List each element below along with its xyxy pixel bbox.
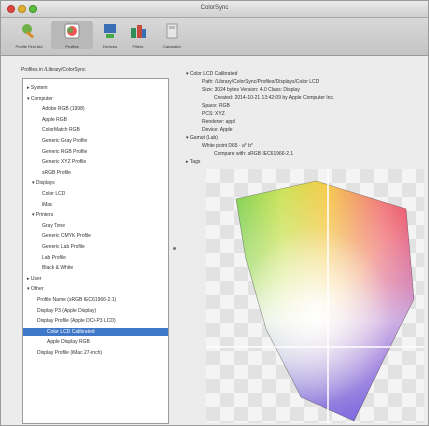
profiles-header: Profiles in /Library/ColorSync [21,67,86,73]
toolbar-item-filters[interactable]: Filters [125,21,151,49]
info-line: PCS: XYZ [202,111,225,117]
info-line[interactable]: ▾ Color LCD Calibrated [186,71,237,78]
profiles-icon [62,21,82,41]
tree-item[interactable]: Apple Display RGB [23,338,168,346]
gamut-svg [206,169,424,423]
app-window: ColorSync Profile First Aid Profiles Dev… [0,0,429,426]
tree-item[interactable]: Gray Tone [23,222,168,230]
tree-item[interactable]: Color LCD [23,190,168,198]
tree-item[interactable]: Display Profile (iMac 27-inch) [23,349,168,357]
toolbar-item-profile-first-aid[interactable]: Profile First Aid [7,21,51,49]
tree-item[interactable]: Color LCD Calibrated [23,327,168,336]
tree-item[interactable]: ▾ Printers [23,211,168,219]
info-line: Size: 3024 bytes Version: 4.0 Class: Dis… [202,87,300,93]
split-view-handle[interactable] [173,247,176,250]
gamut-plot[interactable] [206,169,424,423]
title-bar: ColorSync [1,1,428,18]
devices-icon [100,21,120,41]
info-line: Renderer: appl [202,119,236,125]
tree-item[interactable]: Generic CMYK Profile [23,232,168,240]
tree-item[interactable]: Generic Lab Profile [23,243,168,251]
info-line: Device: Apple [202,127,233,133]
info-line: Compare with: sRGB IEC61966-2.1 [214,151,294,157]
tree-item[interactable]: Display P3 (Apple Display) [23,307,168,315]
tree-item[interactable]: ColorMatch RGB [23,126,168,134]
toolbar-item-devices[interactable]: Devices [97,21,123,49]
window-title: ColorSync [200,5,229,11]
tree-item[interactable]: ▾ Displays [23,179,168,187]
tree-item[interactable]: iMac [23,201,168,209]
info-line[interactable]: ▸ Tags [186,159,200,166]
tree-item[interactable]: Black & White [23,264,168,272]
tree-item[interactable]: Apple RGB [23,116,168,124]
calculator-icon [162,21,182,41]
tree-item[interactable]: ▾ Other [23,285,168,293]
tree-item[interactable]: ▸ System [23,84,168,92]
tree-item[interactable]: sRGB Profile [23,169,168,177]
tree-item[interactable]: Display Profile (Apple DCI-P3 LCD) [23,317,168,325]
tree-item[interactable]: Adobe RGB (1998) [23,105,168,113]
info-line[interactable]: ▾ Gamut (Lab) [186,135,218,142]
profile-tree[interactable]: ▸ System ▾ Computer Adobe RGB (1998) Apple … [22,78,169,424]
tree-item[interactable]: Generic XYZ Profile [23,158,168,166]
wrench-icon [19,21,39,41]
toolbar: Profile First Aid Profiles Devices Filte… [1,18,428,56]
filters-icon [128,21,148,41]
info-line: Space: RGB [202,103,230,109]
tree-item[interactable]: Lab Profile [23,254,168,262]
tree-item[interactable]: ▾ Computer [23,95,168,103]
tree-item[interactable]: Profile Name (sRGB IEC61966-2.1) [23,296,168,304]
tree-item[interactable]: ▸ User [23,275,168,283]
info-line: Path: /Library/ColorSync/Profiles/Displa… [202,79,320,85]
toolbar-item-profiles[interactable]: Profiles [51,21,93,49]
info-line: White point D65 · a* b* [202,143,253,149]
content-area: Profiles in /Library/ColorSync ▸ System ▾… [1,57,428,425]
info-line: Created: 2014-10-21 13:42:09 by Apple Co… [214,95,335,101]
toolbar-item-calculator[interactable]: Calculator [155,21,189,49]
tree-item[interactable]: Generic Gray Profile [23,137,168,145]
tree-item[interactable]: Generic RGB Profile [23,148,168,156]
